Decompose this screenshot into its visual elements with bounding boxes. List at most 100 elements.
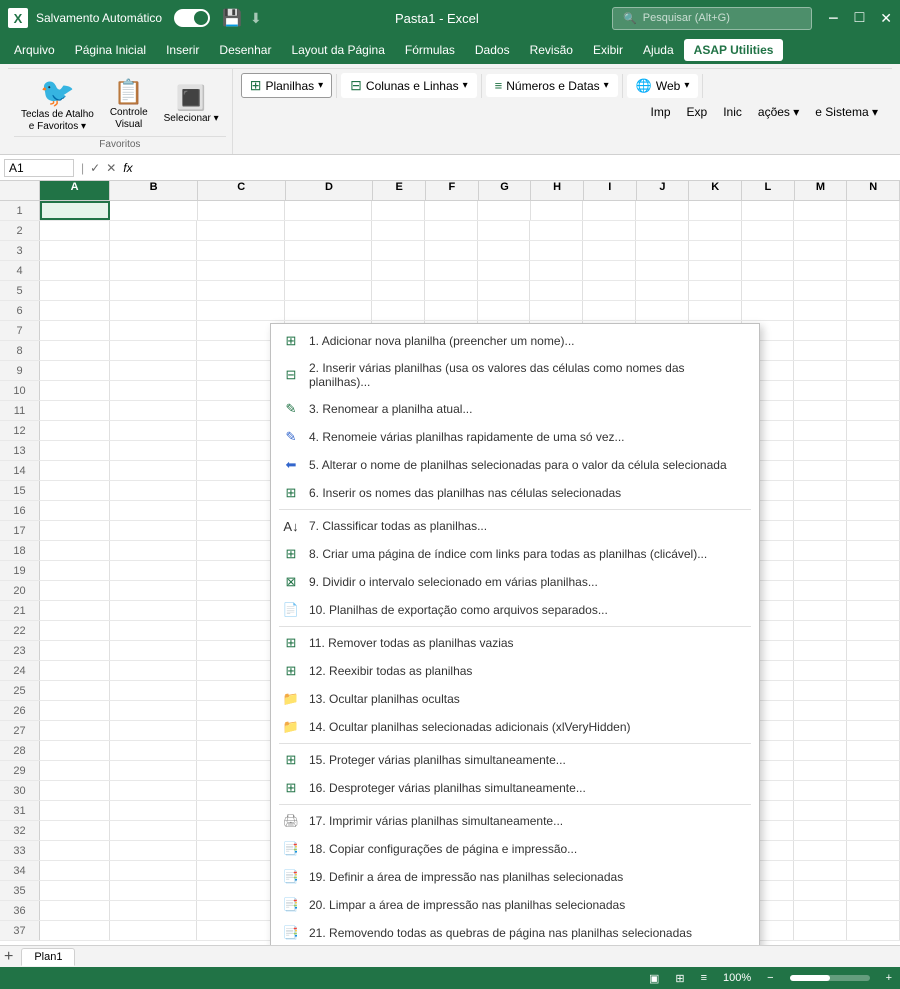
cell[interactable] — [478, 241, 531, 260]
minimize-btn[interactable]: − — [828, 8, 839, 29]
cell[interactable] — [40, 501, 110, 520]
cell[interactable] — [794, 921, 847, 940]
cell[interactable] — [110, 281, 197, 300]
sistema-btn[interactable]: e Sistema ▾ — [809, 102, 884, 122]
sheet-tab-plan1[interactable]: Plan1 — [21, 948, 75, 966]
cell[interactable] — [40, 461, 110, 480]
cell[interactable] — [425, 221, 478, 240]
cell[interactable] — [689, 241, 742, 260]
cell[interactable] — [742, 261, 795, 280]
cell[interactable] — [110, 401, 197, 420]
cell[interactable] — [847, 761, 900, 780]
cell[interactable] — [794, 201, 847, 220]
cell[interactable] — [794, 581, 847, 600]
numeros-datas-btn[interactable]: ≡ Números e Datas ▾ — [486, 74, 618, 97]
cell[interactable] — [110, 201, 197, 220]
cell[interactable] — [847, 801, 900, 820]
cell[interactable] — [583, 221, 636, 240]
menu-asap[interactable]: ASAP Utilities — [684, 39, 784, 61]
cell[interactable] — [110, 501, 197, 520]
cell[interactable] — [372, 281, 425, 300]
cell[interactable] — [794, 681, 847, 700]
cell[interactable] — [372, 301, 425, 320]
cell[interactable] — [425, 261, 478, 280]
cell[interactable] — [794, 441, 847, 460]
cell[interactable] — [847, 301, 900, 320]
cell[interactable] — [40, 781, 110, 800]
cell[interactable] — [794, 601, 847, 620]
cell[interactable] — [40, 401, 110, 420]
cell[interactable] — [689, 201, 742, 220]
cell[interactable] — [794, 501, 847, 520]
cell[interactable] — [847, 521, 900, 540]
cell[interactable] — [197, 241, 284, 260]
dropdown-item[interactable]: 📑 19. Definir a área de impressão nas pl… — [271, 863, 759, 891]
cell[interactable] — [40, 201, 110, 220]
cell[interactable] — [847, 661, 900, 680]
cell[interactable] — [110, 821, 197, 840]
cell[interactable] — [794, 621, 847, 640]
cell[interactable] — [847, 361, 900, 380]
cell[interactable] — [530, 241, 583, 260]
cell[interactable] — [40, 361, 110, 380]
cell[interactable] — [478, 281, 531, 300]
cell[interactable] — [110, 581, 197, 600]
cell[interactable] — [285, 221, 372, 240]
cell[interactable] — [530, 221, 583, 240]
dropdown-item[interactable]: 📑 18. Copiar configurações de página e i… — [271, 835, 759, 863]
cell[interactable] — [110, 421, 197, 440]
cell[interactable] — [110, 681, 197, 700]
dropdown-item[interactable]: 📑 21. Removendo todas as quebras de pági… — [271, 919, 759, 945]
cell[interactable] — [847, 381, 900, 400]
cell[interactable] — [847, 561, 900, 580]
cell[interactable] — [847, 401, 900, 420]
cell[interactable] — [689, 301, 742, 320]
cell[interactable] — [110, 441, 197, 460]
cell[interactable] — [636, 281, 689, 300]
cell[interactable] — [794, 221, 847, 240]
cell[interactable] — [40, 301, 110, 320]
cell[interactable] — [110, 521, 197, 540]
cell[interactable] — [478, 301, 531, 320]
zoom-in[interactable]: + — [886, 972, 892, 984]
cell[interactable] — [40, 241, 110, 260]
cell[interactable] — [372, 241, 425, 260]
cell[interactable] — [110, 641, 197, 660]
cell[interactable] — [40, 581, 110, 600]
cell[interactable] — [40, 661, 110, 680]
cell[interactable] — [40, 621, 110, 640]
cell[interactable] — [285, 241, 372, 260]
cell[interactable] — [583, 281, 636, 300]
maximize-btn[interactable]: □ — [855, 9, 865, 27]
cell[interactable] — [285, 201, 372, 220]
cell[interactable] — [40, 681, 110, 700]
cell[interactable] — [110, 481, 197, 500]
sheet-add-btn[interactable]: + — [4, 948, 13, 966]
cell[interactable] — [110, 461, 197, 480]
menu-revisao[interactable]: Revisão — [520, 39, 583, 61]
cell[interactable] — [847, 881, 900, 900]
cell[interactable] — [583, 241, 636, 260]
cell[interactable] — [40, 821, 110, 840]
cell[interactable] — [110, 241, 197, 260]
cell[interactable] — [847, 421, 900, 440]
cell[interactable] — [689, 221, 742, 240]
cell[interactable] — [110, 841, 197, 860]
cell[interactable] — [794, 461, 847, 480]
cell[interactable] — [40, 701, 110, 720]
cell[interactable] — [794, 341, 847, 360]
view-normal[interactable]: ▣ — [649, 972, 659, 985]
dropdown-item[interactable]: 📄 10. Planilhas de exportação como arqui… — [271, 596, 759, 624]
cell[interactable] — [285, 281, 372, 300]
cell[interactable] — [847, 321, 900, 340]
cell[interactable] — [794, 721, 847, 740]
cell[interactable] — [794, 761, 847, 780]
dropdown-item[interactable]: 📁 14. Ocultar planilhas selecionadas adi… — [271, 713, 759, 741]
cell[interactable] — [847, 621, 900, 640]
cross-mark[interactable]: ✕ — [106, 161, 116, 175]
menu-inserir[interactable]: Inserir — [156, 39, 209, 61]
cell[interactable] — [531, 201, 584, 220]
menu-layout[interactable]: Layout da Página — [281, 39, 394, 61]
cell[interactable] — [40, 761, 110, 780]
cell[interactable] — [110, 701, 197, 720]
